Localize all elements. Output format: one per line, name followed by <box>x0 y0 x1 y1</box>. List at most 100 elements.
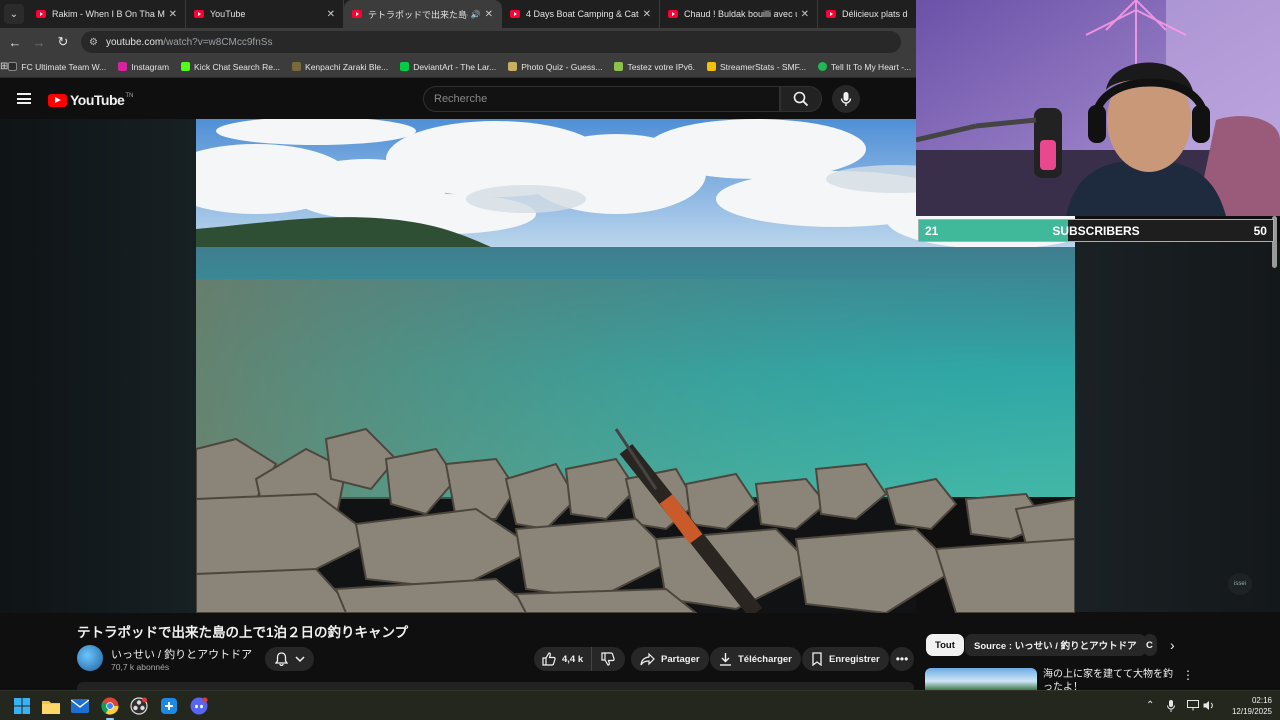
bookmark-label: FC Ultimate Team W... <box>21 61 107 72</box>
tray-network-icon[interactable] <box>1187 700 1199 714</box>
tray-volume-icon[interactable] <box>1203 700 1215 714</box>
save-label: Enregistrer <box>829 653 880 665</box>
chip-all[interactable]: Tout <box>926 634 964 656</box>
bar-chart-icon <box>707 62 717 71</box>
file-explorer-icon[interactable] <box>41 696 61 716</box>
browser-tab-5[interactable]: Chaud ! Buldak bouilli avec une ✕ <box>660 0 818 28</box>
url-host: youtube.com <box>105 36 164 48</box>
tab-title: テトラポッドで出来た島の上で1 <box>368 9 468 20</box>
tab-title: Chaud ! Buldak bouilli avec une <box>684 9 797 19</box>
microphone-icon <box>840 92 852 106</box>
youtube-wordmark: YouTube <box>70 92 125 108</box>
youtube-logo[interactable]: YouTube TN <box>48 92 133 108</box>
youtube-favicon-icon <box>194 10 204 18</box>
video-title: テトラポッドで出来た島の上で1泊２日の釣りキャンプ <box>77 625 409 640</box>
browser-tab-2[interactable]: YouTube ✕ <box>186 0 344 28</box>
subscriber-goal-widget: 21 SUBSCRIBERS 50 <box>918 219 1274 242</box>
bookmark-label: Kick Chat Search Re... <box>194 61 281 72</box>
browser-tab-4[interactable]: 4 Days Boat Camping & Catchin ✕ <box>502 0 660 28</box>
subscription-bell-button[interactable] <box>265 647 314 671</box>
download-icon <box>720 653 731 666</box>
windows-start-icon[interactable] <box>12 696 32 716</box>
description-box[interactable] <box>77 682 914 690</box>
screen: ⌄ Rakim - When I B On Tha Mic ( ✕ YouTub… <box>0 0 1280 720</box>
tab-close-icon[interactable]: ✕ <box>485 9 493 20</box>
dislike-button[interactable] <box>592 647 630 671</box>
streamer-webcam <box>916 0 1280 216</box>
browser-tab-strip: ⌄ Rakim - When I B On Tha Mic ( ✕ YouTub… <box>0 0 916 28</box>
tab-search-button[interactable]: ⌄ <box>4 4 24 24</box>
youtube-favicon-icon <box>668 10 678 18</box>
channel-avatar[interactable] <box>77 645 103 671</box>
recommended-video-title[interactable]: 海の上に家を建てて大物を釣ったよ！ <box>1043 668 1175 690</box>
back-arrow-icon[interactable]: ← <box>3 35 27 50</box>
menu-icon[interactable] <box>17 93 31 104</box>
bookmark-item[interactable]: Instagram <box>118 62 169 72</box>
taskbar-clock[interactable]: 02:16 12/19/2025 <box>1222 695 1272 717</box>
chevron-right-icon[interactable]: › <box>1170 637 1175 653</box>
bookmark-item[interactable]: Kenpachi Zaraki Ble... <box>292 62 388 72</box>
mail-icon[interactable] <box>70 696 90 716</box>
search-input[interactable]: Recherche <box>423 86 780 112</box>
spotify-icon <box>817 62 827 71</box>
search-icon <box>793 91 809 107</box>
tray-overflow-chevron-icon[interactable]: ⌃ <box>1146 700 1154 711</box>
bookmarks-bar: ⊞ FC Ultimate Team W... Instagram Kick C… <box>0 56 916 78</box>
clock-time: 02:16 <box>1251 696 1272 705</box>
thumbs-down-icon <box>601 652 615 666</box>
tab-title: Rakim - When I B On Tha Mic ( <box>52 9 165 19</box>
share-button[interactable]: Partager <box>631 647 709 671</box>
like-dislike-group: 4,4 k <box>534 647 625 671</box>
instagram-icon <box>118 62 128 71</box>
webcam-image <box>916 0 1280 216</box>
bookmark-label: Tell It To My Heart -... <box>830 61 912 72</box>
chip-source-channel[interactable]: Source : いっせい / 釣りとアウトドア <box>965 634 1146 656</box>
bookmark-item[interactable]: Tell It To My Heart -... <box>817 61 912 72</box>
tab-close-icon[interactable]: ✕ <box>327 9 335 20</box>
bookmark-item[interactable]: FC Ultimate Team W... <box>8 62 106 72</box>
tab-close-icon[interactable]: ✕ <box>169 9 177 20</box>
bookmark-item[interactable]: DeviantArt - The Lar... <box>400 62 496 72</box>
tab-close-icon[interactable]: ✕ <box>643 9 651 20</box>
youtube-favicon-icon <box>36 10 46 18</box>
browser-tab-1[interactable]: Rakim - When I B On Tha Mic ( ✕ <box>28 0 186 28</box>
tab-title: Délicieux plats de fru <box>842 9 908 19</box>
youtube-play-icon <box>48 93 67 107</box>
bookmark-item[interactable]: Photo Quiz - Guess... <box>508 62 602 72</box>
voice-search-button[interactable] <box>832 85 860 113</box>
like-count: 4,4 k <box>562 653 584 665</box>
channel-name[interactable]: いっせい / 釣りとアウトドア <box>111 646 252 662</box>
recommended-video-thumbnail[interactable] <box>925 668 1037 690</box>
tray-microphone-icon[interactable] <box>1167 700 1175 715</box>
more-actions-button[interactable]: ••• <box>890 647 914 671</box>
browser-toolbar: ← → ↻ ⚙ youtube.com/watch?v=w8CMcc9fnSs <box>0 28 916 56</box>
bookmark-item[interactable]: Testez votre IPv6. <box>614 62 695 72</box>
streamlabs-icon[interactable] <box>159 696 179 716</box>
channel-subscriber-count: 70,7 k abonnés <box>111 662 170 672</box>
like-button[interactable]: 4,4 k <box>534 647 593 671</box>
chrome-icon[interactable] <box>100 696 120 716</box>
chip-more[interactable]: C <box>1143 634 1157 656</box>
tab-close-icon[interactable]: ✕ <box>801 9 809 20</box>
discord-icon[interactable] <box>189 696 209 716</box>
bookmark-favicon-icon <box>292 62 302 71</box>
recommended-video-menu-icon[interactable]: ⋮ <box>1182 668 1194 682</box>
forward-arrow-icon[interactable]: → <box>27 35 51 50</box>
save-button[interactable]: Enregistrer <box>802 647 889 671</box>
browser-tab-3-active[interactable]: テトラポッドで出来た島の上で1 🔊 ✕ <box>344 0 502 28</box>
channel-watermark[interactable]: issei <box>1228 573 1252 595</box>
address-bar[interactable]: ⚙ youtube.com/watch?v=w8CMcc9fnSs <box>81 31 901 53</box>
clock-date: 12/19/2025 <box>1231 707 1272 716</box>
bookmark-item[interactable]: Kick Chat Search Re... <box>181 62 280 72</box>
share-label: Partager <box>661 653 700 665</box>
search-button[interactable] <box>780 86 822 112</box>
site-info-icon[interactable]: ⚙ <box>89 37 98 48</box>
browser-tab-6[interactable]: Délicieux plats de fru <box>818 0 916 28</box>
apps-grid-icon[interactable]: ⊞ <box>0 61 8 72</box>
download-button[interactable]: Télécharger <box>710 647 801 671</box>
obs-studio-icon[interactable] <box>129 696 149 716</box>
bookmark-save-icon <box>812 652 822 666</box>
bookmark-item[interactable]: StreamerStats - SMF... <box>707 62 806 72</box>
audio-playing-icon[interactable]: 🔊 <box>471 10 481 19</box>
reload-icon[interactable]: ↻ <box>51 34 75 50</box>
